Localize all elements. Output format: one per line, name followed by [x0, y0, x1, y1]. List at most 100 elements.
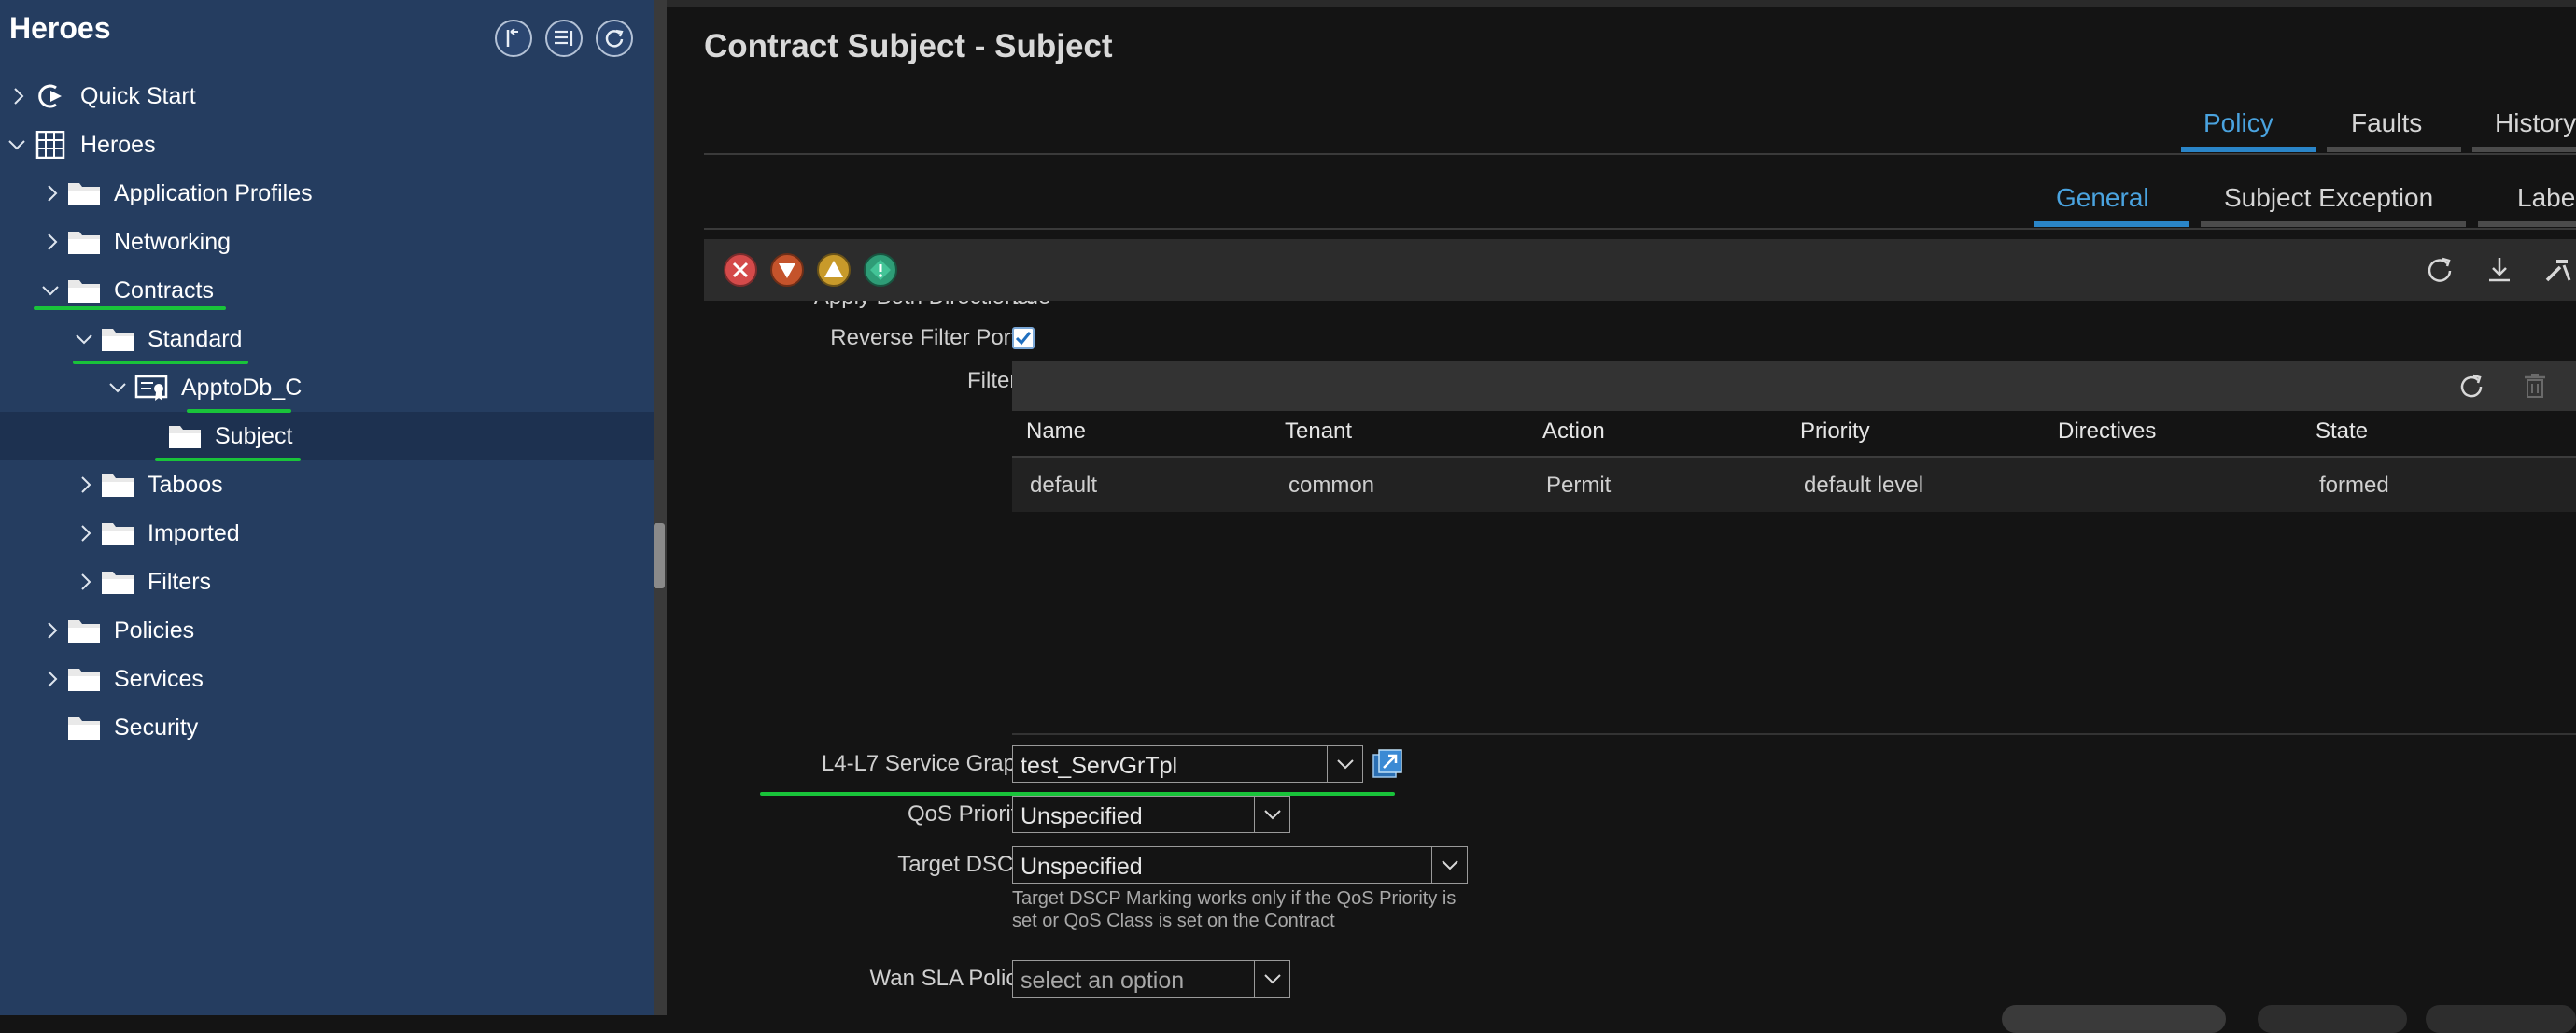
- page-title: Contract Subject - Subject: [704, 28, 1113, 64]
- minor-fault-icon[interactable]: [816, 252, 852, 288]
- folder-icon: [102, 329, 134, 351]
- target-dscp-value: Unspecified: [1021, 854, 1143, 880]
- qos-priority-select[interactable]: Unspecified: [1012, 796, 1290, 833]
- subtab-labels[interactable]: Labe: [2517, 183, 2575, 213]
- chevron-right-icon[interactable]: [41, 182, 63, 205]
- tree-item-subject[interactable]: Subject: [0, 412, 654, 460]
- tree-item-label: Imported: [148, 520, 240, 546]
- filter-list-button[interactable]: [545, 20, 583, 57]
- tree-item-filters[interactable]: Filters: [0, 558, 654, 606]
- tree-item-label: Policies: [114, 617, 195, 644]
- chevron-right-icon[interactable]: [75, 571, 97, 593]
- collapse-sidebar-handle[interactable]: [654, 523, 665, 588]
- column-header-name[interactable]: Name: [1026, 418, 1086, 445]
- target-dscp-select[interactable]: Unspecified: [1012, 846, 1468, 884]
- list-filter-icon: [555, 30, 573, 46]
- main-content: Contract Subject - Subject Policy Faults…: [667, 0, 2576, 1033]
- pin-flag-button[interactable]: [495, 20, 532, 57]
- target-dscp-help-text: Target DSCP Marking works only if the Qo…: [1012, 888, 1457, 931]
- chevron-down-icon[interactable]: [6, 134, 28, 156]
- tree-item-taboos[interactable]: Taboos: [0, 460, 654, 509]
- column-header-priority[interactable]: Priority: [1800, 418, 1870, 445]
- reverse-filter-ports-checkbox[interactable]: [1012, 327, 1035, 349]
- tab-history[interactable]: History: [2495, 108, 2576, 138]
- cell-state: formed: [2319, 473, 2389, 498]
- tree-item-policies[interactable]: Policies: [0, 606, 654, 655]
- tree-item-label: Quick Start: [80, 83, 196, 109]
- tenant-grid-icon: [35, 131, 65, 159]
- folder-icon: [68, 717, 100, 740]
- chevron-down-icon[interactable]: [1262, 969, 1283, 989]
- refresh-icon[interactable]: [2457, 372, 2485, 400]
- tree-item-quick-start[interactable]: Quick Start: [0, 72, 654, 120]
- chevron-right-icon[interactable]: [41, 619, 63, 642]
- chevron-down-icon[interactable]: [1335, 754, 1356, 774]
- critical-fault-icon[interactable]: [723, 252, 758, 288]
- highlight-underline: [34, 306, 226, 310]
- tree-item-label: Contracts: [114, 277, 214, 304]
- delete-icon[interactable]: [2521, 372, 2549, 400]
- refresh-icon: [605, 29, 624, 48]
- subtab-general[interactable]: General: [2056, 183, 2149, 213]
- highlight-underline: [73, 361, 248, 364]
- filters-table: Name Tenant Action Priority Directives S…: [1012, 361, 2576, 734]
- subtab-subject-exception[interactable]: Subject Exception: [2224, 183, 2433, 213]
- tree-item-label: Networking: [114, 229, 232, 255]
- chevron-down-icon[interactable]: [106, 376, 129, 399]
- footer-button[interactable]: [2002, 1005, 2226, 1033]
- download-icon[interactable]: [2484, 254, 2515, 286]
- wan-sla-policy-select[interactable]: select an option: [1012, 960, 1290, 998]
- folder-icon: [68, 183, 100, 205]
- chevron-down-icon[interactable]: [1262, 804, 1283, 825]
- chevron-right-icon[interactable]: [75, 522, 97, 545]
- divider: [704, 228, 2576, 230]
- top-bar: [667, 0, 2576, 7]
- wan-sla-policy-placeholder: select an option: [1021, 968, 1185, 994]
- tree-item-label: Taboos: [148, 472, 223, 498]
- reverse-filter-ports-label: Reverse Filter Ports:: [830, 325, 1035, 350]
- chevron-down-icon[interactable]: [73, 328, 95, 350]
- tree-item-standard[interactable]: Standard: [0, 315, 654, 363]
- column-header-directives[interactable]: Directives: [2058, 418, 2156, 445]
- folder-icon: [68, 669, 100, 691]
- tree-item-services[interactable]: Services: [0, 655, 654, 703]
- panel-splitter[interactable]: [654, 0, 667, 1015]
- tree-item-security[interactable]: Security: [0, 703, 654, 752]
- qos-priority-value: Unspecified: [1021, 803, 1143, 829]
- tree-item-apptodb-c[interactable]: ApptoDb_C: [0, 363, 654, 412]
- tab-policy-indicator: [2181, 147, 2316, 152]
- column-header-state[interactable]: State: [2316, 418, 2368, 445]
- refresh-icon[interactable]: [2424, 254, 2456, 286]
- tab-policy[interactable]: Policy: [2203, 108, 2273, 138]
- chevron-down-icon[interactable]: [39, 279, 62, 302]
- refresh-tree-button[interactable]: [596, 20, 633, 57]
- chevron-right-icon[interactable]: [41, 668, 63, 690]
- tools-icon[interactable]: [2541, 254, 2573, 286]
- tree-item-label: Heroes: [80, 132, 156, 158]
- service-graph-select[interactable]: test_ServGrTpl: [1012, 745, 1363, 783]
- folder-icon: [102, 523, 134, 545]
- quick-start-icon: [38, 84, 62, 108]
- major-fault-icon[interactable]: [769, 252, 805, 288]
- tree-item-heroes[interactable]: Heroes: [0, 120, 654, 169]
- tree-item-imported[interactable]: Imported: [0, 509, 654, 558]
- tree-item-application-profiles[interactable]: Application Profiles: [0, 169, 654, 218]
- footer-button[interactable]: [2426, 1005, 2576, 1033]
- footer-button[interactable]: [2258, 1005, 2407, 1033]
- open-external-icon[interactable]: [1372, 749, 1402, 779]
- cell-name: default: [1030, 473, 1098, 498]
- folder-icon: [169, 426, 201, 448]
- chevron-right-icon[interactable]: [7, 85, 30, 107]
- tab-faults[interactable]: Faults: [2351, 108, 2422, 138]
- warning-fault-icon[interactable]: [863, 252, 898, 288]
- column-header-tenant[interactable]: Tenant: [1285, 418, 1352, 445]
- tree-item-networking[interactable]: Networking: [0, 218, 654, 266]
- chevron-right-icon[interactable]: [75, 474, 97, 496]
- chevron-down-icon[interactable]: [1440, 855, 1460, 875]
- table-row[interactable]: default common Permit default level form…: [1012, 458, 2576, 512]
- tab-history-indicator: [2472, 147, 2576, 152]
- service-graph-label: L4-L7 Service Graph:: [821, 751, 1035, 776]
- chevron-right-icon[interactable]: [41, 231, 63, 253]
- folder-icon: [68, 232, 100, 254]
- column-header-action[interactable]: Action: [1542, 418, 1605, 445]
